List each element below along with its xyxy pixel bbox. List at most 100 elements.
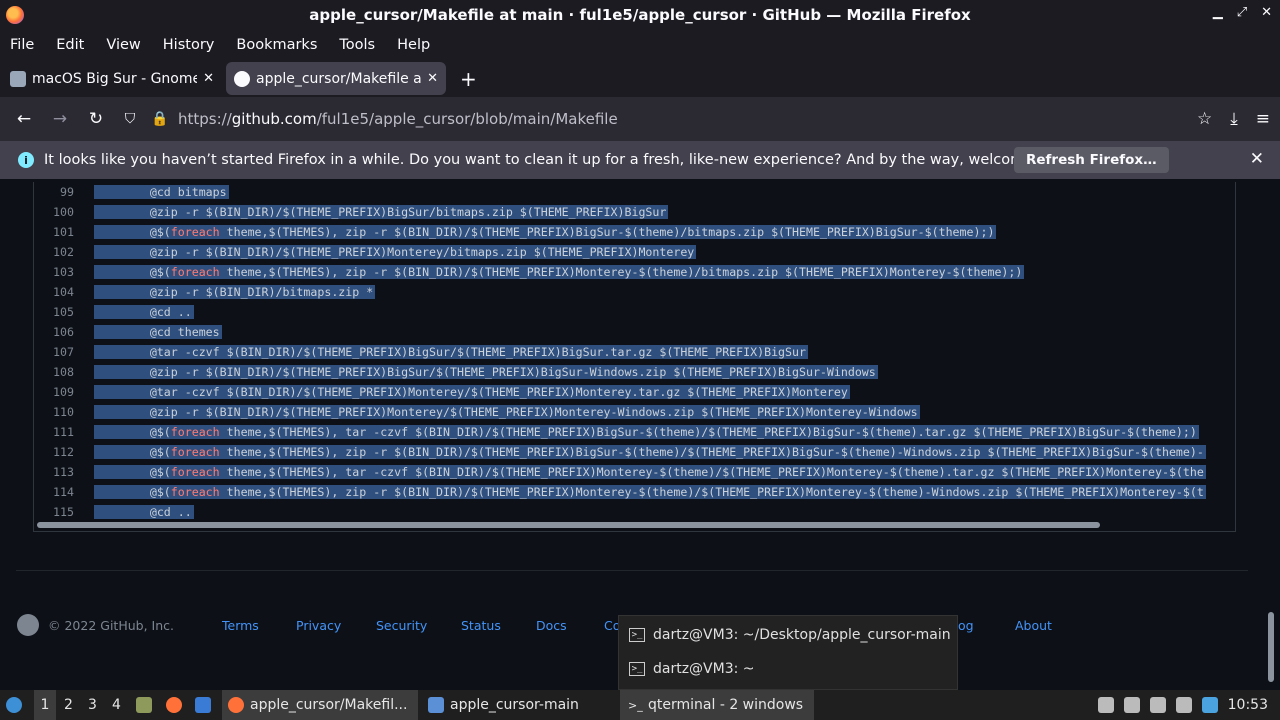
line-number[interactable]: 102 xyxy=(34,242,74,262)
menu-bar: File Edit View History Bookmarks Tools H… xyxy=(0,30,1280,60)
taskbar: 1 2 3 4 apple_cursor/Makefil... apple_cu… xyxy=(0,690,1280,720)
lock-icon[interactable]: 🔒 xyxy=(148,111,172,127)
new-tab-button[interactable]: + xyxy=(460,67,477,91)
page-vertical-scrollbar[interactable] xyxy=(1268,612,1274,682)
code-line: 108 @zip -r $(BIN_DIR)/$(THEME_PREFIX)Bi… xyxy=(34,362,1235,382)
line-code: @$(foreach theme,$(THEMES), zip -r $(BIN… xyxy=(94,265,1025,279)
tab-close-icon[interactable]: ✕ xyxy=(203,71,214,86)
footer-copyright: © 2022 GitHub, Inc. xyxy=(48,618,174,633)
footer-link-status[interactable]: Status xyxy=(461,618,501,633)
tracking-shield-icon[interactable]: ⛉ xyxy=(118,111,142,127)
footer-link-about[interactable]: About xyxy=(1015,618,1052,633)
forward-button[interactable]: → xyxy=(42,109,78,129)
popup-item-terminal-1[interactable]: >_ dartz@VM3: ~/Desktop/apple_cursor-mai… xyxy=(629,621,951,649)
line-number[interactable]: 105 xyxy=(34,302,74,322)
update-notifier-icon[interactable] xyxy=(1201,697,1218,713)
firefox-icon xyxy=(228,697,244,713)
github-logo-icon[interactable] xyxy=(17,614,39,636)
line-code: @tar -czvf $(BIN_DIR)/$(THEME_PREFIX)Mon… xyxy=(94,385,850,399)
start-menu-icon[interactable] xyxy=(6,690,28,720)
line-number[interactable]: 109 xyxy=(34,382,74,402)
menu-history[interactable]: History xyxy=(163,37,215,53)
line-code: @zip -r $(BIN_DIR)/bitmaps.zip * xyxy=(94,285,376,299)
menu-file[interactable]: File xyxy=(10,37,34,53)
menu-view[interactable]: View xyxy=(106,37,140,53)
file-manager-launcher-icon[interactable] xyxy=(136,690,158,720)
footer-link-privacy[interactable]: Privacy xyxy=(296,618,341,633)
line-number[interactable]: 114 xyxy=(34,482,74,502)
workspace-4[interactable]: 4 xyxy=(112,690,121,720)
code-view[interactable]: 99 @cd bitmaps 100 @zip -r $(BIN_DIR)/$(T… xyxy=(33,182,1236,532)
line-number[interactable]: 99 xyxy=(34,182,74,202)
line-code: @zip -r $(BIN_DIR)/$(THEME_PREFIX)BigSur… xyxy=(94,365,878,379)
line-number[interactable]: 103 xyxy=(34,262,74,282)
desktop-launcher-icon[interactable] xyxy=(195,690,217,720)
taskbar-window-list-popup: >_ dartz@VM3: ~/Desktop/apple_cursor-mai… xyxy=(618,615,958,690)
clock[interactable]: 10:53 xyxy=(1228,697,1268,713)
menu-bookmarks[interactable]: Bookmarks xyxy=(236,37,317,53)
minimize-icon[interactable]: ▁ xyxy=(1213,5,1223,20)
line-code: @zip -r $(BIN_DIR)/$(THEME_PREFIX)BigSur… xyxy=(94,205,669,219)
line-number[interactable]: 115 xyxy=(34,502,74,522)
notification-close-icon[interactable]: ✕ xyxy=(1250,149,1264,169)
terminal-icon: >_ xyxy=(629,662,645,676)
line-number[interactable]: 101 xyxy=(34,222,74,242)
code-line: 100 @zip -r $(BIN_DIR)/$(THEME_PREFIX)Bi… xyxy=(34,202,1235,222)
notification-text: It looks like you haven’t started Firefo… xyxy=(44,152,1079,168)
line-number[interactable]: 113 xyxy=(34,462,74,482)
line-number[interactable]: 112 xyxy=(34,442,74,462)
menu-tools[interactable]: Tools xyxy=(339,37,375,53)
volume-icon[interactable] xyxy=(1123,697,1140,713)
tab-makefile[interactable]: apple_cursor/Makefile at ✕ xyxy=(226,62,446,95)
downloads-icon[interactable]: ⤓ xyxy=(1230,109,1238,129)
line-code: @$(foreach theme,$(THEMES), tar -czvf $(… xyxy=(94,465,1206,479)
url-text: https://github.com/ful1e5/apple_cursor/b… xyxy=(178,110,618,128)
line-number[interactable]: 110 xyxy=(34,402,74,422)
code-line: 105 @cd .. xyxy=(34,302,1235,322)
line-code: @zip -r $(BIN_DIR)/$(THEME_PREFIX)Monter… xyxy=(94,245,697,259)
tab-close-icon[interactable]: ✕ xyxy=(427,71,438,86)
back-button[interactable]: ← xyxy=(6,109,42,129)
tab-macos-big-sur[interactable]: macOS Big Sur - Gnome- ✕ xyxy=(2,62,222,95)
workspace-1[interactable]: 1 xyxy=(34,690,56,720)
clipboard-icon[interactable] xyxy=(1149,697,1166,713)
network-icon[interactable] xyxy=(1175,697,1192,713)
hamburger-menu-icon[interactable]: ≡ xyxy=(1256,109,1270,129)
folder-icon xyxy=(428,697,444,713)
line-number[interactable]: 106 xyxy=(34,322,74,342)
bookmark-star-icon[interactable]: ☆ xyxy=(1197,109,1212,129)
tray-up-arrow-icon[interactable] xyxy=(1097,697,1114,713)
line-number[interactable]: 104 xyxy=(34,282,74,302)
tab-label: macOS Big Sur - Gnome- xyxy=(32,70,198,87)
workspace-2[interactable]: 2 xyxy=(64,690,73,720)
footer-link-security[interactable]: Security xyxy=(376,618,427,633)
footer-link-docs[interactable]: Docs xyxy=(536,618,567,633)
reload-button[interactable]: ↻ xyxy=(78,109,114,129)
footer-link-blog[interactable]: og xyxy=(958,618,974,633)
popup-item-terminal-2[interactable]: >_ dartz@VM3: ~ xyxy=(629,655,755,683)
menu-help[interactable]: Help xyxy=(397,37,430,53)
firefox-icon xyxy=(6,6,24,24)
menu-edit[interactable]: Edit xyxy=(56,37,84,53)
maximize-icon[interactable]: ⤢ xyxy=(1237,5,1247,20)
taskbar-window-firefox[interactable]: apple_cursor/Makefil... xyxy=(222,690,418,720)
navigation-toolbar: ← → ↻ ⛉ 🔒 https://github.com/ful1e5/appl… xyxy=(0,97,1280,141)
taskbar-window-file-manager[interactable]: apple_cursor-main xyxy=(422,690,618,720)
line-number[interactable]: 100 xyxy=(34,202,74,222)
notification-bar: i It looks like you haven’t started Fire… xyxy=(0,141,1280,179)
window-titlebar: apple_cursor/Makefile at main · ful1e5/a… xyxy=(0,0,1280,30)
workspace-3[interactable]: 3 xyxy=(88,690,97,720)
url-bar[interactable]: ⛉ 🔒 https://github.com/ful1e5/apple_curs… xyxy=(118,102,1206,136)
horizontal-scrollbar[interactable] xyxy=(37,522,1100,528)
line-number[interactable]: 107 xyxy=(34,342,74,362)
firefox-launcher-icon[interactable] xyxy=(166,690,188,720)
taskbar-window-qterminal[interactable]: >_ qterminal - 2 windows xyxy=(620,690,814,720)
code-line: 106 @cd themes xyxy=(34,322,1235,342)
footer-link-terms[interactable]: Terms xyxy=(222,618,259,633)
terminal-icon: >_ xyxy=(628,699,643,712)
line-number[interactable]: 111 xyxy=(34,422,74,442)
refresh-firefox-button[interactable]: Refresh Firefox… xyxy=(1014,147,1169,173)
line-number[interactable]: 108 xyxy=(34,362,74,382)
close-window-icon[interactable]: ✕ xyxy=(1261,5,1272,20)
line-code: @cd .. xyxy=(94,505,194,519)
